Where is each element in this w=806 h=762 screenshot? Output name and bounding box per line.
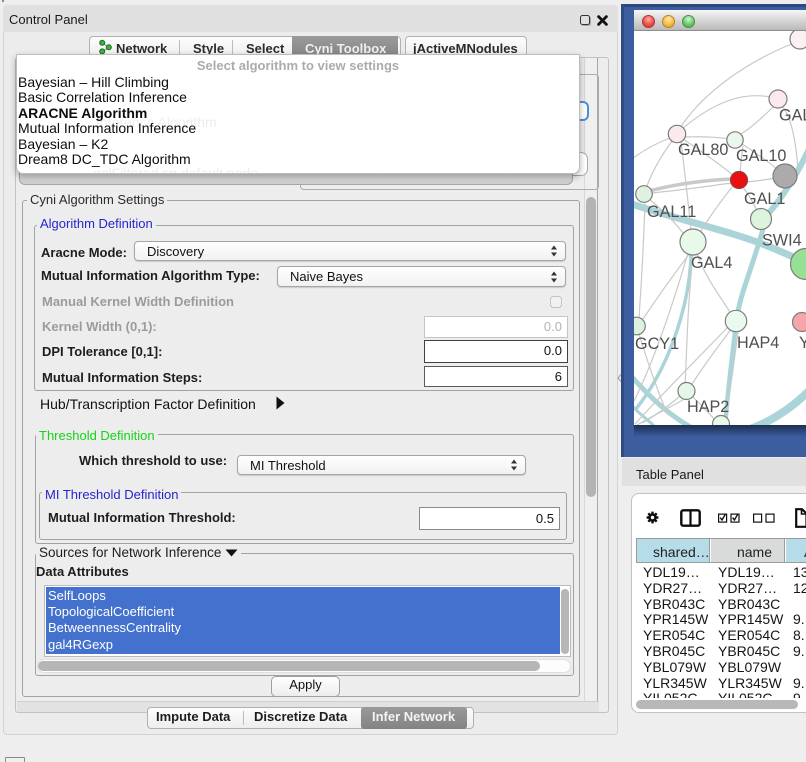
svg-text:GAL4: GAL4	[691, 254, 732, 272]
svg-text:GAL10: GAL10	[736, 147, 786, 165]
svg-text:SWI4: SWI4	[762, 232, 802, 250]
svg-text:GAL: GAL	[779, 107, 806, 125]
svg-text:GCY1: GCY1	[635, 335, 679, 353]
svg-text:GAL11: GAL11	[647, 203, 696, 221]
svg-text:GAL80: GAL80	[678, 141, 728, 159]
svg-text:HAP2: HAP2	[687, 398, 729, 416]
svg-text:HAP4: HAP4	[737, 334, 779, 352]
svg-text:Y: Y	[799, 334, 806, 352]
svg-text:GAL1: GAL1	[744, 190, 785, 208]
